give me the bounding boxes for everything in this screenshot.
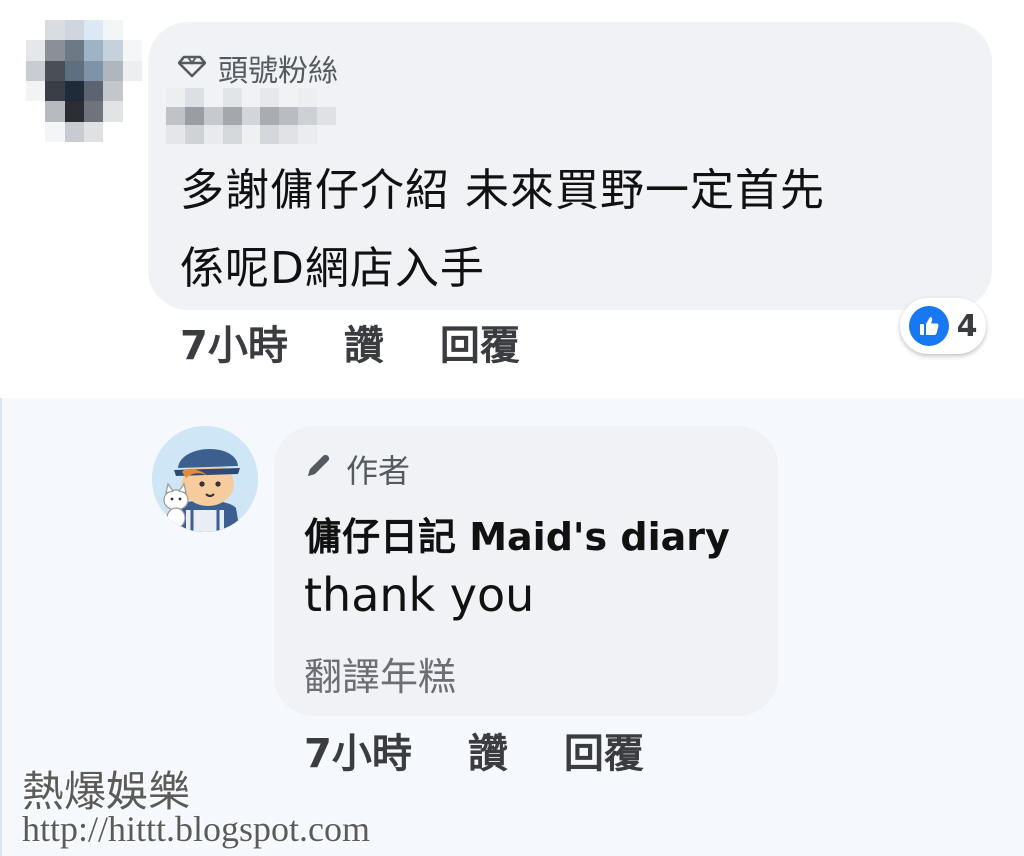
avatar-pixel bbox=[45, 40, 65, 61]
avatar-pixel bbox=[64, 101, 84, 122]
name-pixel bbox=[184, 106, 204, 126]
avatar-pixel bbox=[64, 81, 84, 102]
avatar-pixel bbox=[84, 60, 104, 81]
avatar-pixel bbox=[122, 101, 142, 122]
like-button[interactable]: 讚 bbox=[468, 721, 508, 779]
comment-text-line: 多謝傭仔介紹 未來買野一定首先 bbox=[180, 165, 825, 216]
avatar-pixel bbox=[84, 121, 104, 142]
avatar-pixel bbox=[122, 121, 142, 142]
name-pixel bbox=[166, 106, 185, 126]
avatar-pixel bbox=[84, 81, 104, 102]
name-pixel bbox=[241, 125, 261, 144]
avatar-pixel bbox=[45, 60, 65, 81]
commenter-name[interactable] bbox=[166, 88, 336, 144]
avatar-pixel bbox=[45, 101, 65, 122]
avatar-pixel bbox=[122, 40, 142, 61]
avatar-pixel bbox=[26, 121, 46, 142]
avatar-pixel bbox=[26, 101, 46, 122]
name-pixel bbox=[279, 106, 299, 126]
avatar-pixel bbox=[103, 40, 123, 61]
avatar-pixel bbox=[64, 20, 84, 41]
name-pixel bbox=[166, 88, 185, 107]
name-pixel bbox=[260, 88, 280, 107]
name-pixel bbox=[184, 125, 204, 144]
avatar-pixel bbox=[122, 20, 142, 41]
name-pixel bbox=[203, 125, 223, 144]
name-pixel bbox=[317, 88, 336, 107]
comment-actions: 7小時 讚 回覆 bbox=[180, 314, 520, 370]
avatar-pixel bbox=[45, 20, 65, 41]
name-pixel bbox=[241, 88, 261, 107]
avatar-pixel bbox=[64, 40, 84, 61]
author-avatar[interactable] bbox=[152, 426, 258, 532]
name-pixel bbox=[279, 88, 299, 107]
name-pixel bbox=[203, 88, 223, 107]
name-pixel bbox=[222, 88, 242, 107]
avatar-pixel bbox=[26, 81, 46, 102]
name-pixel bbox=[260, 125, 280, 144]
comment-thread: 頭號粉絲 多謝傭仔介紹 未來買野一定首先係呢D網店入手 7小時 讚 回覆 4 bbox=[0, 0, 1024, 856]
avatar-pixel bbox=[103, 81, 123, 102]
thumbs-up-icon bbox=[908, 306, 949, 346]
avatar-pixel bbox=[26, 20, 46, 41]
avatar-pixel bbox=[103, 121, 123, 142]
avatar-pixel bbox=[84, 20, 104, 41]
translate-link[interactable]: 翻譯年糕 bbox=[304, 646, 456, 701]
avatar-pixel bbox=[45, 121, 65, 142]
reply-button[interactable]: 回覆 bbox=[564, 721, 644, 779]
avatar-pixel bbox=[84, 101, 104, 122]
author-name[interactable]: 傭仔日記 Maid's diary bbox=[304, 506, 730, 561]
name-pixel bbox=[298, 106, 318, 126]
name-pixel bbox=[222, 106, 242, 126]
badge-label: 頭號粉絲 bbox=[218, 54, 338, 89]
reply-actions: 7小時 讚 回覆 bbox=[304, 722, 644, 778]
avatar-pixel bbox=[64, 60, 84, 81]
comment-text-line: 係呢D網店入手 bbox=[180, 243, 485, 294]
commenter-avatar[interactable] bbox=[26, 20, 142, 142]
reply-text: thank you bbox=[304, 568, 535, 622]
reply-button[interactable]: 回覆 bbox=[440, 313, 520, 371]
avatar-pixel bbox=[84, 40, 104, 61]
watermark-url: http://hittt.blogspot.com bbox=[22, 809, 371, 849]
comment-text: 多謝傭仔介紹 未來買野一定首先 係呢D網店入手 bbox=[180, 152, 960, 308]
name-pixel bbox=[184, 88, 204, 107]
avatar-pixel bbox=[103, 101, 123, 122]
like-button[interactable]: 讚 bbox=[344, 313, 384, 371]
avatar-pixel bbox=[45, 81, 65, 102]
badge-label: 作者 bbox=[346, 452, 411, 490]
avatar-pixel bbox=[26, 60, 46, 81]
name-pixel bbox=[298, 88, 318, 107]
avatar-pixel bbox=[103, 60, 123, 81]
name-pixel bbox=[241, 106, 261, 126]
name-pixel bbox=[317, 125, 336, 144]
name-pixel bbox=[317, 106, 336, 126]
avatar-pixel bbox=[122, 81, 142, 102]
avatar-pixel bbox=[103, 20, 123, 41]
name-pixel bbox=[166, 125, 185, 144]
reply-timestamp[interactable]: 7小時 bbox=[304, 721, 412, 779]
author-badge: 作者 bbox=[304, 448, 410, 490]
name-pixel bbox=[222, 125, 242, 144]
avatar-pixel bbox=[64, 121, 84, 142]
reaction-summary[interactable]: 4 bbox=[900, 298, 986, 354]
name-pixel bbox=[298, 125, 318, 144]
avatar-pixel bbox=[122, 60, 142, 81]
name-pixel bbox=[203, 106, 223, 126]
diamond-icon bbox=[177, 51, 207, 86]
avatar-pixel bbox=[26, 40, 46, 61]
pencil-icon bbox=[304, 450, 332, 488]
name-pixel bbox=[260, 106, 280, 126]
top-fan-badge: 頭號粉絲 bbox=[177, 48, 338, 89]
comment-timestamp[interactable]: 7小時 bbox=[180, 313, 288, 371]
name-pixel bbox=[279, 125, 299, 144]
reaction-count: 4 bbox=[956, 308, 978, 344]
